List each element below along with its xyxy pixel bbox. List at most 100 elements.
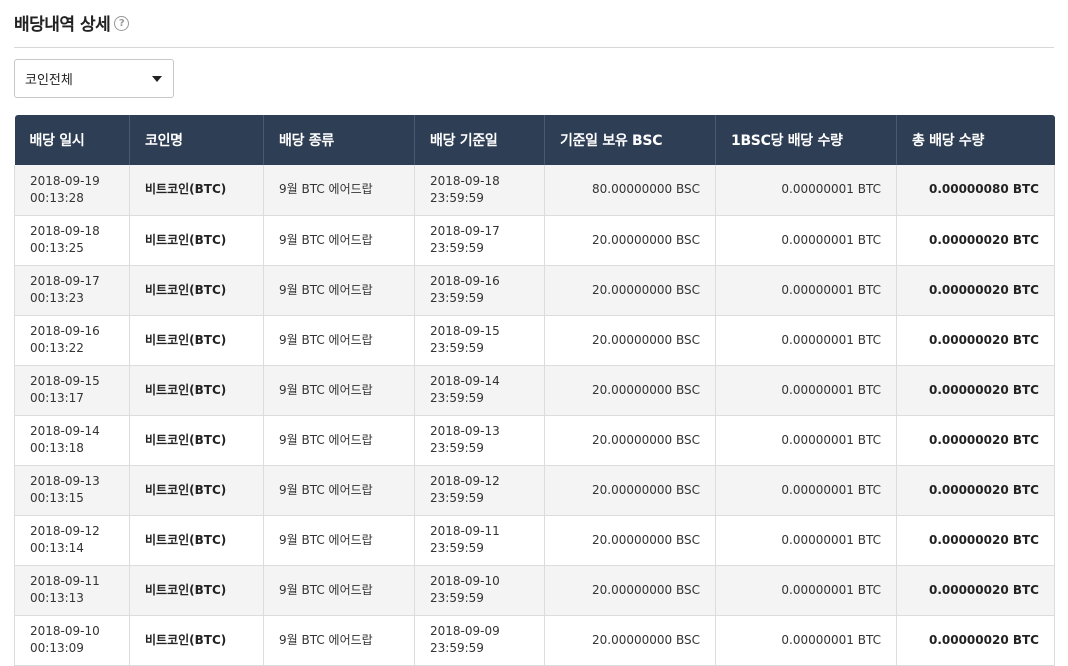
dividend-time: 00:13:22 [30,341,84,355]
table-body: 2018-09-19 00:13:28 비트코인(BTC) 9월 BTC 에어드랍 20… [14,165,1055,666]
cell-coin-name: 비트코인(BTC) [129,265,264,316]
cell-dividend-datetime: 2018-09-14 00:13:18 [14,415,130,466]
cell-base-date: 2018-09-11 23:59:59 [414,515,545,566]
cell-dividend-datetime: 2018-09-11 00:13:13 [14,565,130,616]
cell-holding-bsc: 20.00000000 BSC [544,615,716,666]
cell-holding-bsc: 20.00000000 BSC [544,565,716,616]
cell-dividend-type: 9월 BTC 에어드랍 [263,315,415,366]
cell-base-date: 2018-09-18 23:59:59 [414,165,545,216]
cell-dividend-datetime: 2018-09-18 00:13:25 [14,215,130,266]
table-header-row: 배당 일시 코인명 배당 종류 배당 기준일 기준일 보유 BSC 1BSC당 … [14,115,1055,165]
cell-holding-bsc: 20.00000000 BSC [544,215,716,266]
dividend-history-table-container: 배당 일시 코인명 배당 종류 배당 기준일 기준일 보유 BSC 1BSC당 … [14,115,1055,666]
cell-per-bsc-amount: 0.00000001 BTC [715,615,897,666]
dividend-date: 2018-09-17 [30,274,100,288]
column-header-total-amount: 총 배당 수량 [896,115,1055,165]
column-header-dividend-type: 배당 종류 [263,115,415,165]
cell-base-date: 2018-09-13 23:59:59 [414,415,545,466]
table-row: 2018-09-12 00:13:14 비트코인(BTC) 9월 BTC 에어드랍 20… [14,515,1055,566]
cell-coin-name: 비트코인(BTC) [129,415,264,466]
cell-holding-bsc: 20.00000000 BSC [544,465,716,516]
cell-holding-bsc: 20.00000000 BSC [544,265,716,316]
cell-dividend-type: 9월 BTC 에어드랍 [263,265,415,316]
page-title: 배당내역 상세 [14,14,111,35]
base-date: 2018-09-18 [430,173,500,188]
dividend-date: 2018-09-12 [30,524,100,538]
cell-per-bsc-amount: 0.00000001 BTC [715,315,897,366]
cell-total-amount: 0.00000020 BTC [896,315,1055,366]
cell-per-bsc-amount: 0.00000001 BTC [715,265,897,316]
base-time: 23:59:59 [430,491,484,505]
dividend-time: 00:13:14 [30,541,84,555]
dividend-date: 2018-09-13 [30,474,100,488]
dividend-date: 2018-09-19 [30,173,100,188]
table-row: 2018-09-14 00:13:18 비트코인(BTC) 9월 BTC 에어드랍 20… [14,415,1055,466]
base-date: 2018-09-09 [430,624,500,638]
cell-coin-name: 비트코인(BTC) [129,465,264,516]
cell-holding-bsc: 20.00000000 BSC [544,515,716,566]
cell-per-bsc-amount: 0.00000001 BTC [715,365,897,416]
cell-coin-name: 비트코인(BTC) [129,315,264,366]
dividend-date: 2018-09-10 [30,624,100,638]
cell-dividend-type: 9월 BTC 에어드랍 [263,615,415,666]
dividend-time: 00:13:13 [30,591,84,605]
cell-base-date: 2018-09-14 23:59:59 [414,365,545,416]
cell-total-amount: 0.00000020 BTC [896,415,1055,466]
cell-base-date: 2018-09-12 23:59:59 [414,465,545,516]
dividend-history-table: 배당 일시 코인명 배당 종류 배당 기준일 기준일 보유 BSC 1BSC당 … [14,115,1055,666]
cell-dividend-type: 9월 BTC 에어드랍 [263,365,415,416]
base-date: 2018-09-11 [430,524,500,538]
dividend-time: 00:13:09 [30,641,84,655]
base-time: 23:59:59 [430,591,484,605]
help-icon[interactable]: ? [114,15,130,31]
cell-per-bsc-amount: 0.00000001 BTC [715,165,897,216]
base-date: 2018-09-13 [430,424,500,438]
cell-per-bsc-amount: 0.00000001 BTC [715,215,897,266]
column-header-coin-name: 코인명 [129,115,264,165]
base-date: 2018-09-10 [430,574,500,588]
dividend-date: 2018-09-11 [30,574,100,588]
cell-dividend-type: 9월 BTC 에어드랍 [263,565,415,616]
dividend-time: 00:13:25 [30,241,84,255]
base-date: 2018-09-16 [430,274,500,288]
cell-base-date: 2018-09-16 23:59:59 [414,265,545,316]
cell-total-amount: 0.00000020 BTC [896,215,1055,266]
cell-dividend-datetime: 2018-09-13 00:13:15 [14,465,130,516]
cell-total-amount: 0.00000020 BTC [896,265,1055,316]
column-header-holding-bsc: 기준일 보유 BSC [544,115,716,165]
cell-dividend-datetime: 2018-09-17 00:13:23 [14,265,130,316]
dividend-date: 2018-09-18 [30,224,100,238]
base-time: 23:59:59 [430,341,484,355]
cell-per-bsc-amount: 0.00000001 BTC [715,415,897,466]
cell-holding-bsc: 20.00000000 BSC [544,415,716,466]
page-header: 배당내역 상세 ? [14,8,130,36]
base-date: 2018-09-17 [430,224,500,238]
table-row: 2018-09-15 00:13:17 비트코인(BTC) 9월 BTC 에어드랍 20… [14,365,1055,416]
table-row: 2018-09-10 00:13:09 비트코인(BTC) 9월 BTC 에어드랍 20… [14,615,1055,666]
base-time: 23:59:59 [430,441,484,455]
cell-dividend-datetime: 2018-09-10 00:13:09 [14,615,130,666]
coin-filter-select[interactable]: 코인전체 [14,59,174,98]
cell-total-amount: 0.00000020 BTC [896,565,1055,616]
cell-dividend-type: 9월 BTC 에어드랍 [263,215,415,266]
cell-coin-name: 비트코인(BTC) [129,215,264,266]
cell-per-bsc-amount: 0.00000001 BTC [715,565,897,616]
dividend-time: 00:13:17 [30,391,84,405]
cell-dividend-datetime: 2018-09-16 00:13:22 [14,315,130,366]
cell-total-amount: 0.00000020 BTC [896,365,1055,416]
cell-base-date: 2018-09-15 23:59:59 [414,315,545,366]
cell-dividend-datetime: 2018-09-19 00:13:28 [14,165,130,216]
base-time: 23:59:59 [430,291,484,305]
cell-dividend-type: 9월 BTC 에어드랍 [263,465,415,516]
cell-per-bsc-amount: 0.00000001 BTC [715,465,897,516]
table-row: 2018-09-18 00:13:25 비트코인(BTC) 9월 BTC 에어드랍 20… [14,215,1055,266]
base-time: 23:59:59 [430,391,484,405]
cell-holding-bsc: 80.00000000 BSC [544,165,716,216]
table-row: 2018-09-11 00:13:13 비트코인(BTC) 9월 BTC 에어드랍 20… [14,565,1055,616]
title-divider [14,47,1054,48]
base-date: 2018-09-14 [430,374,500,388]
cell-total-amount: 0.00000080 BTC [896,165,1055,216]
cell-dividend-type: 9월 BTC 에어드랍 [263,165,415,216]
cell-total-amount: 0.00000020 BTC [896,615,1055,666]
cell-coin-name: 비트코인(BTC) [129,365,264,416]
